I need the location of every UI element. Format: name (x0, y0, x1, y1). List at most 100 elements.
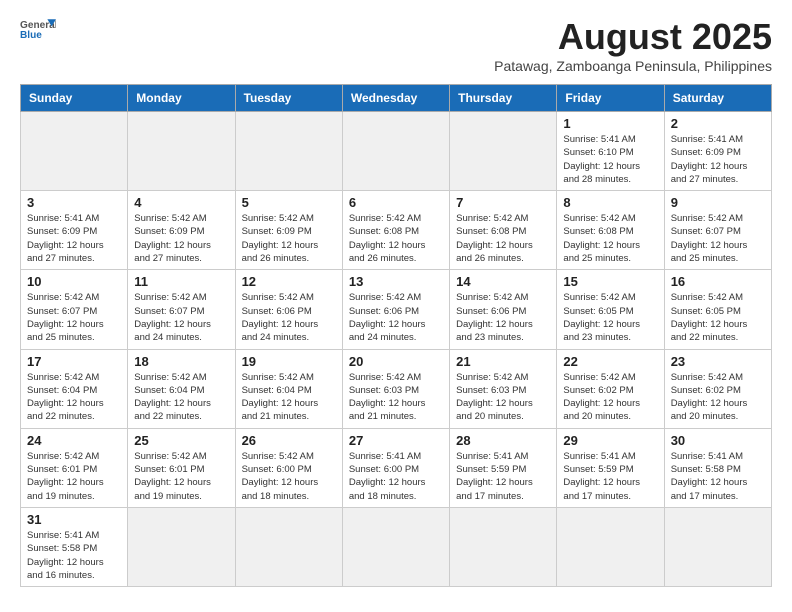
day-info: Sunrise: 5:42 AM Sunset: 6:07 PM Dayligh… (134, 291, 228, 344)
day-info: Sunrise: 5:42 AM Sunset: 6:02 PM Dayligh… (671, 371, 765, 424)
day-number: 10 (27, 274, 121, 289)
day-number: 4 (134, 195, 228, 210)
weekday-header-friday: Friday (557, 85, 664, 112)
calendar-cell: 4Sunrise: 5:42 AM Sunset: 6:09 PM Daylig… (128, 191, 235, 270)
day-number: 27 (349, 433, 443, 448)
day-info: Sunrise: 5:42 AM Sunset: 6:05 PM Dayligh… (563, 291, 657, 344)
calendar-cell: 7 Sunrise: 5:42 AM Sunset: 6:08 PM Daylig… (450, 191, 557, 270)
month-year-title: August 2025 (494, 16, 772, 58)
day-info: Sunrise: 5:42 AM Sunset: 6:01 PM Dayligh… (134, 450, 228, 503)
calendar-week-3: 10 Sunrise: 5:42 AM Sunset: 6:07 PM Dayli… (21, 270, 772, 349)
day-number: 28 (456, 433, 550, 448)
day-info: Sunrise: 5:42 AM Sunset: 6:06 PM Dayligh… (349, 291, 443, 344)
day-info: Sunrise: 5:42 AM Sunset: 6:04 PM Dayligh… (27, 371, 121, 424)
day-number: 25 (134, 433, 228, 448)
calendar-table: SundayMondayTuesdayWednesdayThursdayFrid… (20, 84, 772, 587)
weekday-header-sunday: Sunday (21, 85, 128, 112)
day-number: 9 (671, 195, 765, 210)
calendar-cell (664, 507, 771, 586)
calendar-cell: 31 Sunrise: 5:41 AM Sunset: 5:58 PM Dayli… (21, 507, 128, 586)
calendar-cell: 16Sunrise: 5:42 AM Sunset: 6:05 PM Dayli… (664, 270, 771, 349)
day-number: 12 (242, 274, 336, 289)
calendar-cell: 18Sunrise: 5:42 AM Sunset: 6:04 PM Dayli… (128, 349, 235, 428)
calendar-cell (342, 507, 449, 586)
calendar-cell: 21Sunrise: 5:42 AM Sunset: 6:03 PM Dayli… (450, 349, 557, 428)
day-number: 6 (349, 195, 443, 210)
day-info: Sunrise: 5:42 AM Sunset: 6:08 PM Dayligh… (563, 212, 657, 265)
day-number: 19 (242, 354, 336, 369)
day-info: Sunrise: 5:42 AM Sunset: 6:06 PM Dayligh… (242, 291, 336, 344)
day-number: 29 (563, 433, 657, 448)
day-number: 13 (349, 274, 443, 289)
calendar-cell: 2 Sunrise: 5:41 AM Sunset: 6:09 PM Daylig… (664, 112, 771, 191)
day-number: 7 (456, 195, 550, 210)
calendar-cell: 23 Sunrise: 5:42 AM Sunset: 6:02 PM Dayli… (664, 349, 771, 428)
calendar-cell: 27 Sunrise: 5:41 AM Sunset: 6:00 PM Dayli… (342, 428, 449, 507)
calendar-cell: 14Sunrise: 5:42 AM Sunset: 6:06 PM Dayli… (450, 270, 557, 349)
calendar-cell (450, 112, 557, 191)
calendar-week-1: 1Sunrise: 5:41 AM Sunset: 6:10 PM Daylig… (21, 112, 772, 191)
svg-text:Blue: Blue (20, 30, 42, 41)
calendar-cell: 19 Sunrise: 5:42 AM Sunset: 6:04 PM Dayli… (235, 349, 342, 428)
calendar-cell: 28Sunrise: 5:41 AM Sunset: 5:59 PM Dayli… (450, 428, 557, 507)
weekday-header-tuesday: Tuesday (235, 85, 342, 112)
calendar-cell: 20 Sunrise: 5:42 AM Sunset: 6:03 PM Dayli… (342, 349, 449, 428)
day-info: Sunrise: 5:42 AM Sunset: 6:00 PM Dayligh… (242, 450, 336, 503)
calendar-cell: 6 Sunrise: 5:42 AM Sunset: 6:08 PM Daylig… (342, 191, 449, 270)
day-info: Sunrise: 5:42 AM Sunset: 6:05 PM Dayligh… (671, 291, 765, 344)
weekday-header-thursday: Thursday (450, 85, 557, 112)
weekday-header-saturday: Saturday (664, 85, 771, 112)
weekday-header-monday: Monday (128, 85, 235, 112)
day-info: Sunrise: 5:41 AM Sunset: 6:00 PM Dayligh… (349, 450, 443, 503)
day-number: 20 (349, 354, 443, 369)
day-number: 31 (27, 512, 121, 527)
calendar-cell (235, 112, 342, 191)
calendar-cell: 13 Sunrise: 5:42 AM Sunset: 6:06 PM Dayli… (342, 270, 449, 349)
calendar-cell: 15Sunrise: 5:42 AM Sunset: 6:05 PM Dayli… (557, 270, 664, 349)
calendar-cell: 12 Sunrise: 5:42 AM Sunset: 6:06 PM Dayli… (235, 270, 342, 349)
day-info: Sunrise: 5:42 AM Sunset: 6:03 PM Dayligh… (349, 371, 443, 424)
day-info: Sunrise: 5:41 AM Sunset: 5:58 PM Dayligh… (671, 450, 765, 503)
calendar-cell: 8 Sunrise: 5:42 AM Sunset: 6:08 PM Daylig… (557, 191, 664, 270)
day-number: 3 (27, 195, 121, 210)
weekday-header-wednesday: Wednesday (342, 85, 449, 112)
day-number: 18 (134, 354, 228, 369)
calendar-cell: 25 Sunrise: 5:42 AM Sunset: 6:01 PM Dayli… (128, 428, 235, 507)
day-number: 14 (456, 274, 550, 289)
day-number: 8 (563, 195, 657, 210)
day-info: Sunrise: 5:42 AM Sunset: 6:08 PM Dayligh… (456, 212, 550, 265)
calendar-week-2: 3 Sunrise: 5:41 AM Sunset: 6:09 PM Daylig… (21, 191, 772, 270)
day-number: 5 (242, 195, 336, 210)
calendar-cell (21, 112, 128, 191)
calendar-cell (342, 112, 449, 191)
day-info: Sunrise: 5:42 AM Sunset: 6:04 PM Dayligh… (242, 371, 336, 424)
weekday-header-row: SundayMondayTuesdayWednesdayThursdayFrid… (21, 85, 772, 112)
day-info: Sunrise: 5:41 AM Sunset: 5:59 PM Dayligh… (563, 450, 657, 503)
calendar-cell: 30 Sunrise: 5:41 AM Sunset: 5:58 PM Dayli… (664, 428, 771, 507)
day-number: 2 (671, 116, 765, 131)
calendar-cell: 22 Sunrise: 5:42 AM Sunset: 6:02 PM Dayli… (557, 349, 664, 428)
calendar-cell: 11 Sunrise: 5:42 AM Sunset: 6:07 PM Dayli… (128, 270, 235, 349)
calendar-cell (128, 112, 235, 191)
calendar-week-5: 24 Sunrise: 5:42 AM Sunset: 6:01 PM Dayli… (21, 428, 772, 507)
calendar-cell (450, 507, 557, 586)
day-info: Sunrise: 5:42 AM Sunset: 6:09 PM Dayligh… (242, 212, 336, 265)
day-info: Sunrise: 5:42 AM Sunset: 6:08 PM Dayligh… (349, 212, 443, 265)
day-number: 30 (671, 433, 765, 448)
day-number: 26 (242, 433, 336, 448)
day-info: Sunrise: 5:42 AM Sunset: 6:02 PM Dayligh… (563, 371, 657, 424)
day-info: Sunrise: 5:41 AM Sunset: 6:09 PM Dayligh… (27, 212, 121, 265)
calendar-cell: 3 Sunrise: 5:41 AM Sunset: 6:09 PM Daylig… (21, 191, 128, 270)
day-number: 22 (563, 354, 657, 369)
day-number: 17 (27, 354, 121, 369)
day-number: 23 (671, 354, 765, 369)
day-info: Sunrise: 5:41 AM Sunset: 5:58 PM Dayligh… (27, 529, 121, 582)
generalblue-logo-icon: General Blue (20, 16, 56, 44)
calendar-cell: 24Sunrise: 5:42 AM Sunset: 6:01 PM Dayli… (21, 428, 128, 507)
day-number: 24 (27, 433, 121, 448)
day-number: 21 (456, 354, 550, 369)
day-info: Sunrise: 5:41 AM Sunset: 6:09 PM Dayligh… (671, 133, 765, 186)
day-number: 11 (134, 274, 228, 289)
calendar-week-6: 31 Sunrise: 5:41 AM Sunset: 5:58 PM Dayli… (21, 507, 772, 586)
title-block: August 2025 Patawag, Zamboanga Peninsula… (494, 16, 772, 74)
